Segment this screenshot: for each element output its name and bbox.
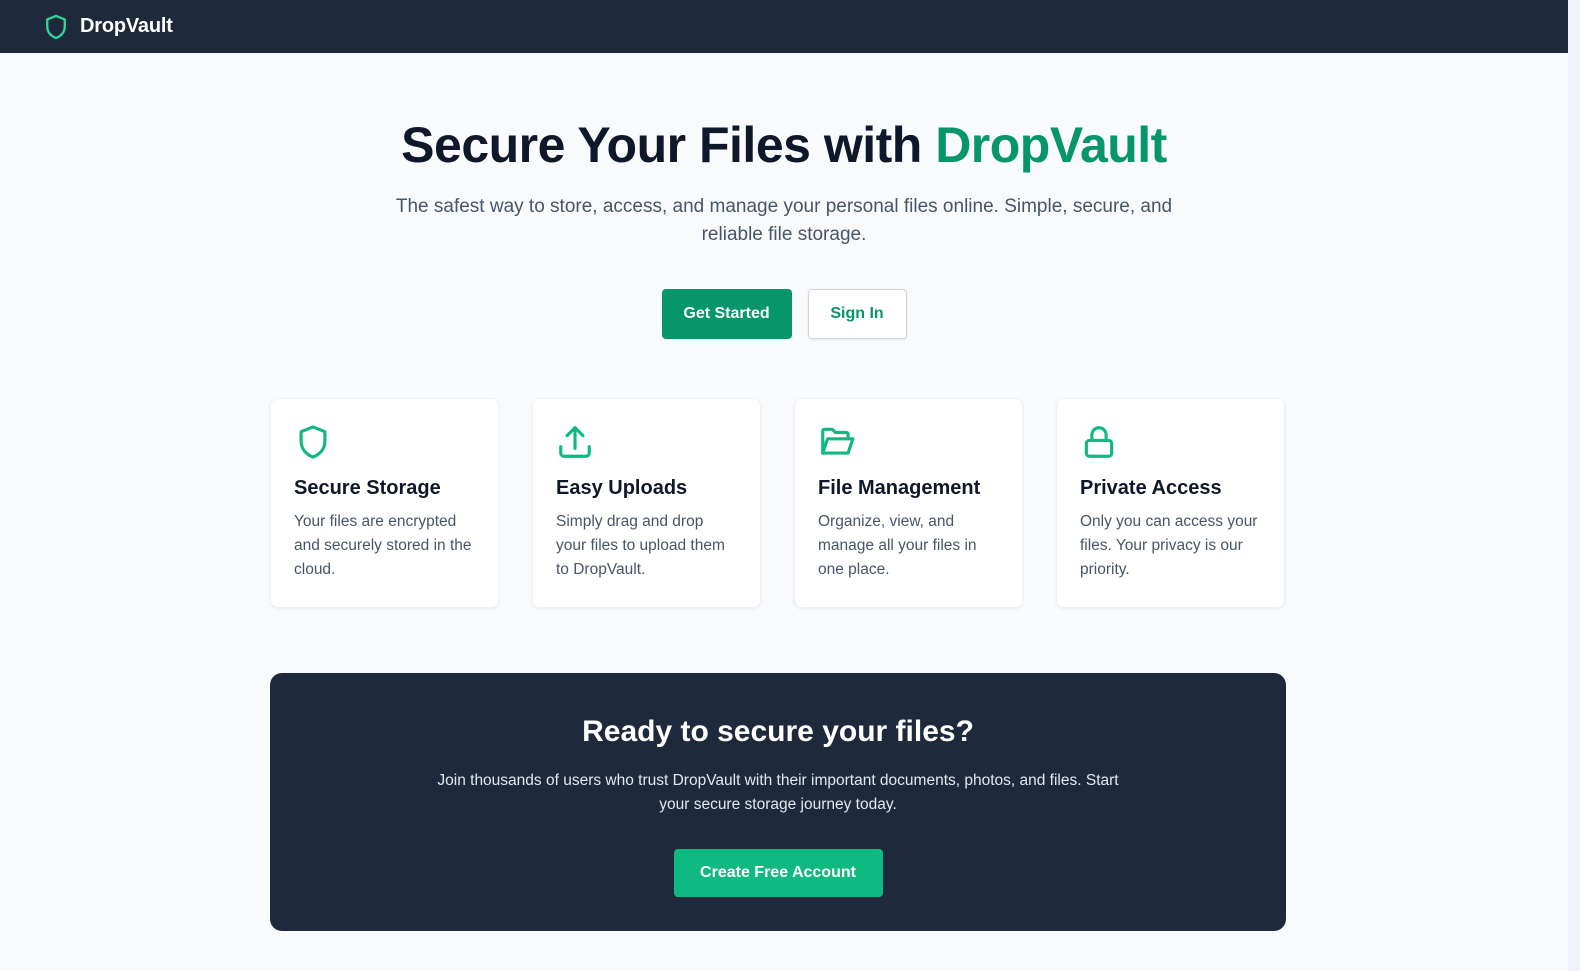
hero-title-accent: DropVault [935, 117, 1167, 173]
hero-actions: Get Started Sign In [0, 289, 1568, 339]
feature-title: Private Access [1080, 477, 1222, 499]
cta-text: Join thousands of users who trust DropVa… [437, 772, 1119, 813]
top-navbar: DropVault [0, 0, 1568, 53]
get-started-button[interactable]: Get Started [661, 289, 792, 339]
brand-name: DropVault [80, 15, 173, 37]
hero-subtitle: The safest way to store, access, and man… [395, 196, 1173, 245]
sign-in-button[interactable]: Sign In [807, 289, 907, 339]
feature-text: Your files are encrypted and securely st… [294, 513, 472, 578]
feature-title: Secure Storage [294, 477, 441, 499]
feature-card-easy-uploads: Easy Uploads Simply drag and drop your f… [532, 398, 761, 608]
feature-card-secure-storage: Secure Storage Your files are encrypted … [270, 398, 499, 608]
hero-title-prefix: Secure Your Files with [401, 117, 922, 173]
feature-title: Easy Uploads [556, 477, 688, 499]
hero-section: Secure Your Files with DropVault The saf… [0, 53, 1568, 339]
feature-card-file-management: File Management Organize, view, and mana… [794, 398, 1023, 608]
hero-title: Secure Your Files with DropVault [0, 115, 1568, 175]
cta-panel: Ready to secure your files? Join thousan… [270, 673, 1286, 931]
feature-text: Organize, view, and manage all your file… [818, 513, 977, 578]
folder-open-icon [821, 427, 855, 455]
shield-icon [299, 425, 327, 459]
feature-card-private-access: Private Access Only you can access your … [1056, 398, 1285, 608]
upload-icon [559, 426, 591, 458]
shield-icon [46, 14, 66, 39]
feature-text: Only you can access your files. Your pri… [1080, 513, 1258, 578]
feature-text: Simply drag and drop your files to uploa… [556, 513, 725, 578]
brand-logo-link[interactable]: DropVault [42, 12, 173, 42]
cta-title: Ready to secure your files? [582, 715, 974, 748]
create-free-account-button[interactable]: Create Free Account [673, 849, 883, 897]
lock-icon [1084, 426, 1114, 458]
feature-title: File Management [818, 477, 981, 499]
features-grid: Secure Storage Your files are encrypted … [270, 398, 1285, 608]
scrollbar-track[interactable] [1568, 0, 1580, 971]
